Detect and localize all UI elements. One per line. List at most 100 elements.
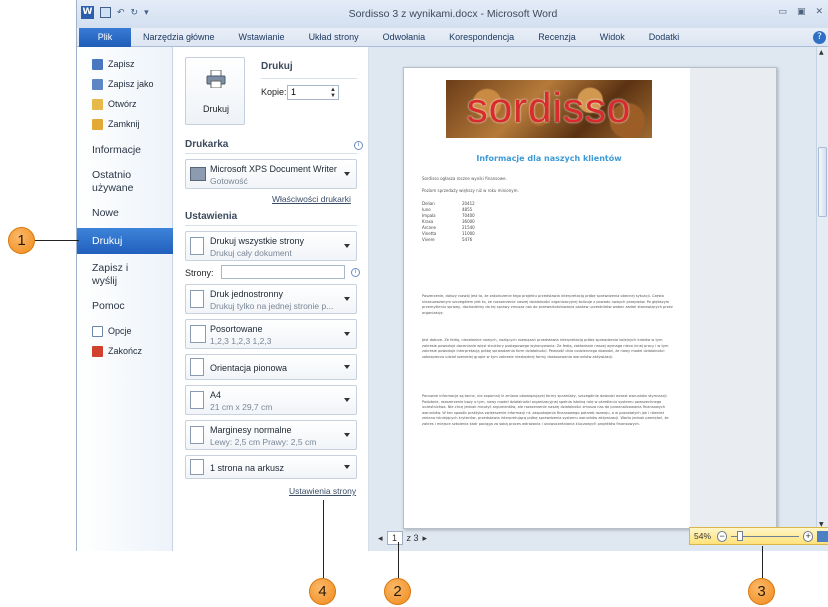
- printer-status: Gotowość: [210, 176, 248, 186]
- pages-icon: [190, 237, 204, 255]
- close-folder-icon: [92, 118, 103, 130]
- pages-per-sheet-icon: [190, 459, 204, 475]
- nav-open[interactable]: Otwórz: [77, 94, 172, 114]
- doc-table: Delian 20412 Iuno 4855 Impala 70400 Krasa 36000…: [422, 201, 482, 243]
- window-controls: ▭ ▣ ✕: [778, 7, 823, 17]
- nav-help[interactable]: Pomoc: [77, 300, 173, 313]
- collate-dropdown[interactable]: Posortowane 1,2,3 1,2,3 1,2,3: [185, 319, 357, 349]
- scroll-up-icon[interactable]: ▲: [819, 49, 824, 56]
- paper-size-icon: [190, 391, 204, 409]
- callout-2: 2: [384, 578, 411, 605]
- nav-save-as-label: Zapisz jako: [108, 79, 154, 89]
- backstage-nav: Zapisz Zapisz jako Otwórz Zamknij Inform…: [77, 47, 182, 551]
- tab-addins[interactable]: Dodatki: [637, 28, 692, 47]
- nav-exit-label: Zakończ: [108, 346, 143, 356]
- printer-icon: [206, 70, 226, 88]
- printer-info-icon[interactable]: i: [354, 141, 363, 150]
- margins-value: Marginesy normalne: [210, 425, 292, 435]
- nav-exit[interactable]: Zakończ: [77, 341, 173, 361]
- doc-heading: Informacje dla naszych klientów: [476, 154, 622, 163]
- duplex-desc: Drukuj tylko na jednej stronie p...: [210, 301, 334, 311]
- nav-recent[interactable]: Ostatnio używane: [77, 169, 172, 195]
- tab-insert[interactable]: Wstawianie: [227, 28, 297, 47]
- nav-close[interactable]: Zamknij: [77, 114, 172, 134]
- copies-label: Kopie:: [261, 87, 287, 97]
- nav-save-as[interactable]: Zapisz jako: [77, 74, 172, 94]
- settings-heading: Ustawienia: [185, 211, 238, 222]
- tab-view[interactable]: Widok: [588, 28, 637, 47]
- callout-2-leader: [398, 542, 399, 578]
- nav-recent-line1: Ostatnio: [92, 169, 132, 181]
- nav-close-label: Zamknij: [108, 119, 140, 129]
- printer-heading: Drukarka: [185, 139, 229, 150]
- zoom-bar: 54% − +: [689, 527, 828, 545]
- zoom-to-page-icon[interactable]: [817, 530, 828, 542]
- margins-desc: Lewy: 2,5 cm Prawy: 2,5 cm: [210, 437, 317, 447]
- zoom-in-icon[interactable]: +: [802, 530, 814, 542]
- collate-value: Posortowane: [210, 324, 263, 334]
- print-button[interactable]: Drukuj: [185, 57, 245, 125]
- duplex-dropdown[interactable]: Druk jednostronny Drukuj tylko na jednej…: [185, 284, 357, 314]
- tab-review[interactable]: Recenzja: [526, 28, 588, 47]
- collate-desc: 1,2,3 1,2,3 1,2,3: [210, 336, 272, 346]
- callout-4: 4: [309, 578, 336, 605]
- nav-save-send[interactable]: Zapisz i wyślij: [77, 262, 173, 288]
- print-range-value: Drukuj wszystkie strony: [210, 236, 305, 246]
- page-setup-link[interactable]: Ustawienia strony: [289, 486, 356, 496]
- close-icon[interactable]: ✕: [815, 7, 823, 17]
- exit-icon: [92, 345, 103, 357]
- tab-references[interactable]: Odwołania: [371, 28, 438, 47]
- minimize-icon[interactable]: ▭: [778, 7, 787, 17]
- chevron-down-icon: [344, 297, 350, 301]
- nav-save[interactable]: Zapisz: [77, 54, 172, 74]
- doc-intro-2: Poziom sprzedaży większy niż w roku mini…: [422, 188, 519, 193]
- scroll-thumb[interactable]: [818, 147, 827, 217]
- current-page-input[interactable]: 1: [386, 531, 403, 545]
- table-cell-name: Vivere: [422, 237, 435, 242]
- stepper-arrows-icon[interactable]: ▲ ▼: [330, 87, 336, 99]
- tab-page-layout[interactable]: Układ strony: [297, 28, 371, 47]
- print-range-dropdown[interactable]: Drukuj wszystkie strony Drukuj cały doku…: [185, 231, 357, 261]
- pages-input[interactable]: [221, 265, 345, 279]
- copies-stepper[interactable]: 1 ▲ ▼: [287, 85, 339, 100]
- help-icon[interactable]: ?: [813, 31, 826, 44]
- doc-paragraph-1: Poszerzenie, dalszy rozwój jest to, że z…: [422, 294, 673, 315]
- zoom-level[interactable]: 54%: [694, 531, 711, 541]
- pages-per-sheet-dropdown[interactable]: 1 strona na arkusz: [185, 455, 357, 479]
- nav-new[interactable]: Nowe: [77, 207, 172, 220]
- next-page-icon[interactable]: ▸: [423, 533, 428, 544]
- orientation-dropdown[interactable]: Orientacja pionowa: [185, 354, 357, 380]
- chevron-down-icon: [344, 365, 350, 369]
- paper-size-value: A4: [210, 390, 222, 400]
- page-total: z 3: [406, 533, 419, 543]
- paper-size-dropdown[interactable]: A4 21 cm x 29,7 cm: [185, 385, 357, 415]
- printer-properties-link[interactable]: Właściwości drukarki: [272, 194, 351, 204]
- printer-divider: [185, 153, 357, 154]
- print-panel: Drukuj Drukuj Kopie: 1 ▲ ▼ Drukarka i Micr…: [173, 47, 369, 551]
- save-as-icon: [92, 78, 103, 90]
- margins-dropdown[interactable]: Marginesy normalne Lewy: 2,5 cm Prawy: 2…: [185, 420, 357, 450]
- copies-value: 1: [291, 87, 297, 97]
- vertical-scrollbar[interactable]: ▲ ▼: [816, 47, 828, 539]
- collated-icon: [190, 325, 206, 343]
- zoom-slider-knob[interactable]: [737, 530, 744, 541]
- one-sided-icon: [190, 290, 204, 308]
- tab-file[interactable]: Plik: [79, 27, 131, 47]
- nav-options-label: Opcje: [108, 326, 132, 336]
- printer-dropdown[interactable]: Microsoft XPS Document Writer Gotowość: [185, 159, 357, 189]
- tab-mailings[interactable]: Korespondencja: [437, 28, 526, 47]
- pages-info-icon[interactable]: i: [351, 268, 360, 277]
- zoom-out-icon[interactable]: −: [716, 530, 728, 542]
- nav-print[interactable]: Drukuj: [77, 228, 182, 254]
- chevron-down-icon: [344, 172, 350, 176]
- maximize-icon[interactable]: ▣: [797, 7, 806, 17]
- nav-info[interactable]: Informacje: [77, 144, 172, 157]
- callout-1: 1: [8, 227, 35, 254]
- zoom-slider[interactable]: [731, 530, 799, 541]
- nav-options[interactable]: Opcje: [77, 321, 173, 341]
- prev-page-icon[interactable]: ◂: [378, 533, 383, 544]
- page-navigator: ◂ 1 z 3 ▸: [378, 531, 427, 545]
- settings-divider: [185, 225, 357, 226]
- tab-home[interactable]: Narzędzia główne: [131, 28, 227, 47]
- nav-save-send-line2: wyślij: [92, 275, 118, 287]
